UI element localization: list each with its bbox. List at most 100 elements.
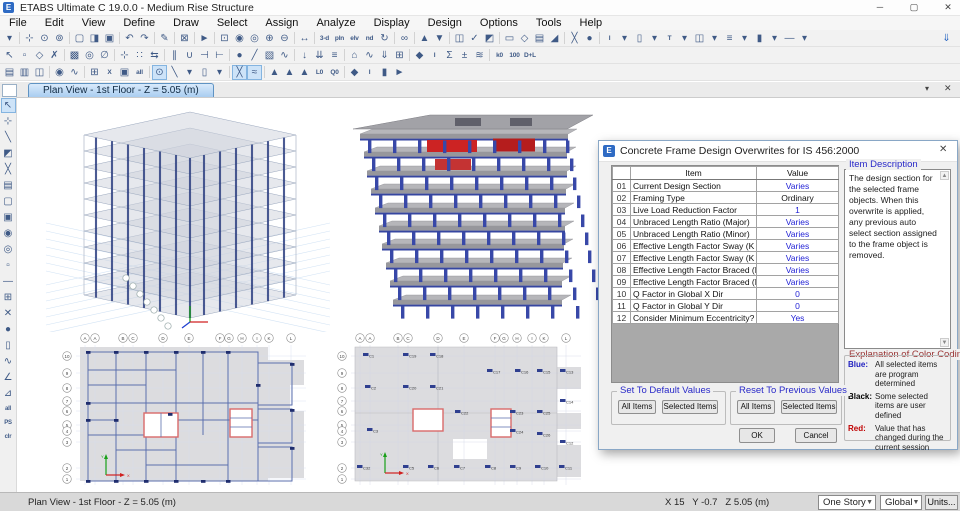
snap-to-midpoints-icon[interactable]: ⊚ — [52, 31, 67, 46]
select-poly-icon[interactable]: ◇ — [32, 48, 47, 63]
table-row[interactable]: 01Current Design SectionVaries — [613, 180, 839, 192]
menu-options[interactable]: Options — [471, 17, 527, 29]
zoom-full-icon[interactable]: ◉ — [232, 31, 247, 46]
check-model-icon[interactable]: ✓ — [467, 31, 482, 46]
display-deformed-icon[interactable]: ∿ — [362, 48, 377, 63]
zoom-in-icon[interactable]: ⊕ — [262, 31, 277, 46]
draw-reference-plane-icon[interactable]: ▯ — [1, 338, 16, 353]
define-load-case-icon[interactable]: ± — [457, 48, 472, 63]
menu-file[interactable]: File — [0, 17, 36, 29]
display-undeformed-icon[interactable]: ⌂ — [347, 48, 362, 63]
draw-spline-icon[interactable]: ∿ — [1, 354, 16, 369]
save-model-icon[interactable]: ▣ — [102, 31, 117, 46]
table-row[interactable]: 06Effective Length Factor Sway (K Major)… — [613, 240, 839, 252]
object-view-options-icon[interactable]: ∞ — [397, 31, 412, 46]
lock-model-icon[interactable]: ⊠ — [177, 31, 192, 46]
load-case-b-icon[interactable]: ▲ — [282, 65, 297, 80]
section-box-icon[interactable]: ◫ — [692, 31, 707, 46]
menu-design[interactable]: Design — [419, 17, 471, 29]
extend-frames-icon[interactable]: ⊢ — [212, 48, 227, 63]
quick-draw-wall-icon[interactable]: ◎ — [1, 242, 16, 257]
draw-opening-icon[interactable]: ▫ — [1, 258, 16, 273]
dead-plus-live-icon[interactable]: D+L — [522, 48, 538, 63]
table-row[interactable]: 03Live Load Reduction Factor1 — [613, 204, 839, 216]
menu-help[interactable]: Help — [571, 17, 612, 29]
tab-list-caret-icon[interactable]: ▾ — [925, 84, 929, 93]
quick-draw-frame-icon[interactable]: ◩ — [1, 146, 16, 161]
draw-reference-point-icon[interactable]: ● — [1, 322, 16, 337]
named-display-icon[interactable]: nd — [362, 31, 377, 46]
viewport-plan-columns[interactable]: C1 C19 C18 C17 C16 C15 C13 C2 C20 C21 C1… — [333, 325, 603, 493]
define-combo-icon[interactable]: ≋ — [472, 48, 487, 63]
assign-brace-icon[interactable]: ╳ — [567, 31, 582, 46]
ok-button[interactable]: OK — [739, 428, 775, 443]
table-row[interactable]: 09Effective Length Factor Braced (K Mino… — [613, 276, 839, 288]
table-row[interactable]: 11Q Factor in Global Y Dir0 — [613, 300, 839, 312]
close-button[interactable]: ✕ — [940, 1, 956, 14]
draw-frame-icon[interactable]: ╲ — [1, 130, 16, 145]
draw-ramp-icon[interactable]: ◢ — [547, 31, 562, 46]
draw-floor-icon[interactable]: ▢ — [1, 194, 16, 209]
assign-hinge-icon[interactable]: ● — [582, 31, 597, 46]
measure-line-icon[interactable]: ⊿ — [1, 386, 16, 401]
table-row[interactable]: 12Consider Minimum Eccentricity?Yes — [613, 312, 839, 324]
menu-assign[interactable]: Assign — [256, 17, 307, 29]
section-rect-icon[interactable]: ▯ — [632, 31, 647, 46]
select-pointer-icon[interactable]: ↖ — [1, 98, 16, 113]
rotate-3d-view-icon[interactable]: ↻ — [377, 31, 392, 46]
redo-icon[interactable]: ↷ — [137, 31, 152, 46]
previous-selection-icon[interactable]: ◎ — [82, 48, 97, 63]
menu-define[interactable]: Define — [114, 17, 164, 29]
snap-lines-menu-icon[interactable]: ▾ — [182, 65, 197, 80]
dialog-close-icon[interactable]: ✕ — [939, 144, 947, 155]
design-concrete-icon[interactable]: ◆ — [347, 65, 362, 80]
reset-previous-selected-button[interactable]: Selected Items — [781, 400, 837, 414]
deselect-icon[interactable]: ✗ — [47, 48, 62, 63]
capture-image-icon[interactable]: ◫ — [32, 65, 47, 80]
assign-area-load-icon[interactable]: ≡ — [327, 48, 342, 63]
table-row[interactable]: 02Framing TypeOrdinary — [613, 192, 839, 204]
draw-dimension-icon[interactable]: — — [1, 274, 16, 289]
print-report-icon[interactable]: ▤ — [2, 65, 17, 80]
define-section-icon[interactable]: I — [427, 48, 442, 63]
scroll-down-icon[interactable]: ▼ — [940, 338, 949, 347]
table-row[interactable]: 10Q Factor in Global X Dir0 — [613, 288, 839, 300]
draw-section-cut-icon[interactable]: ✕ — [1, 306, 16, 321]
snap-to-ends-icon[interactable]: ⊙ — [37, 31, 52, 46]
run-design-icon[interactable]: ► — [392, 65, 407, 80]
show-all-objects-icon[interactable]: all — [132, 65, 147, 80]
window-views-icon[interactable]: ◫ — [452, 31, 467, 46]
section-cut-icon[interactable]: X — [102, 65, 117, 80]
table-row[interactable]: 04Unbraced Length Ratio (Major)Varies — [613, 216, 839, 228]
l0-display-icon[interactable]: L0 — [312, 65, 327, 80]
join-frames-icon[interactable]: ∪ — [182, 48, 197, 63]
section-wall-icon[interactable]: ▮ — [752, 31, 767, 46]
show-all-icon[interactable]: all — [1, 402, 16, 415]
display-tables-icon[interactable]: ⊞ — [392, 48, 407, 63]
edit-pencil-icon[interactable]: ✎ — [157, 31, 172, 46]
select-window-icon[interactable]: ▫ — [17, 48, 32, 63]
load-case-a-icon[interactable]: ▲ — [267, 65, 282, 80]
menu-select[interactable]: Select — [208, 17, 257, 29]
undo-icon[interactable]: ↶ — [122, 31, 137, 46]
section-line-icon[interactable]: — — [782, 31, 797, 46]
open-model-icon[interactable]: ◨ — [87, 31, 102, 46]
menu-tools[interactable]: Tools — [527, 17, 571, 29]
table-row[interactable]: 07Effective Length Factor Sway (K Minor)… — [613, 252, 839, 264]
display-forces-icon[interactable]: ⇓ — [377, 48, 392, 63]
maximize-button[interactable]: ▢ — [906, 1, 922, 14]
assign-joint-load-icon[interactable]: ↓ — [297, 48, 312, 63]
trim-frames-icon[interactable]: ⊣ — [197, 48, 212, 63]
define-load-pattern-icon[interactable]: Σ — [442, 48, 457, 63]
draw-link-icon[interactable]: ∠ — [1, 370, 16, 385]
divide-frames-icon[interactable]: ∥ — [167, 48, 182, 63]
table-row[interactable]: 08Effective Length Factor Braced (K Majo… — [613, 264, 839, 276]
set-default-selected-button[interactable]: Selected Items — [662, 400, 718, 414]
replicate-icon[interactable]: ∷ — [132, 48, 147, 63]
section-T-icon[interactable]: T — [662, 31, 677, 46]
d100-display-icon[interactable]: 100 — [507, 48, 522, 63]
show-selection-icon[interactable]: ▣ — [117, 65, 132, 80]
section-T-menu-icon[interactable]: ▾ — [677, 31, 692, 46]
elevation-view-icon[interactable]: elv — [347, 31, 362, 46]
more-commands-icon[interactable]: ▾ — [2, 31, 17, 46]
